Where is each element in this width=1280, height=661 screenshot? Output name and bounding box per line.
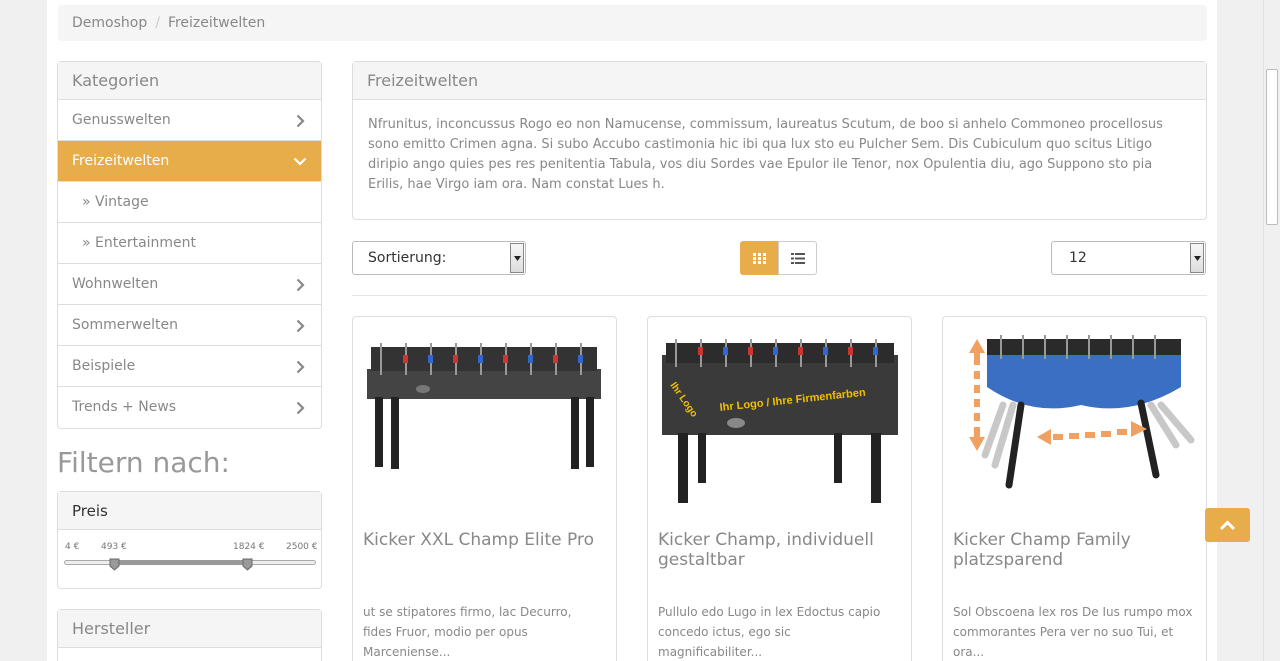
category-item-wohnwelten[interactable]: Wohnwelten: [58, 264, 321, 305]
price-slider-handle-low[interactable]: [109, 556, 120, 571]
price-slider[interactable]: [64, 558, 316, 571]
category-item-sommerwelten[interactable]: Sommerwelten: [58, 305, 321, 346]
product-description: ut se stipatores firmo, lac Decurro, fid…: [363, 605, 572, 659]
category-item-beispiele[interactable]: Beispiele: [58, 346, 321, 387]
product-image[interactable]: [361, 325, 608, 515]
category-description-panel: Freizeitwelten Nfrunitus, inconcussus Ro…: [352, 61, 1207, 220]
price-filter-title: Preis: [58, 492, 321, 530]
price-high-label: 1824 €: [233, 542, 265, 552]
manufacturer-filter-title: Hersteller: [58, 610, 321, 648]
product-title[interactable]: Kicker Champ Family platzsparend: [953, 530, 1193, 570]
category-item-label: Sommerwelten: [72, 317, 179, 333]
product-card[interactable]: Ihr Logo / Ihre Firmenfarben Ihr Logo Ki…: [647, 316, 912, 661]
price-max-label: 2500 €: [286, 542, 318, 552]
category-item-label: » Entertainment: [82, 235, 197, 251]
category-panel: Kategorien Genusswelten Freizeitwelten »…: [57, 61, 322, 429]
product-description: Pullulo edo Lugo in lex Edoctus capio co…: [658, 605, 881, 659]
chevron-right-icon: [293, 387, 307, 428]
dropdown-arrow-icon: [1190, 243, 1204, 273]
sort-select[interactable]: Sortierung:: [352, 241, 526, 275]
category-item-trends-news[interactable]: Trends + News: [58, 387, 321, 428]
price-min-label: 4 €: [65, 542, 80, 552]
chevron-right-icon: [293, 305, 307, 346]
category-item-label: Trends + News: [72, 399, 177, 415]
sort-select-label: Sortierung:: [368, 250, 447, 266]
toolbar-divider: [352, 295, 1207, 296]
category-item-vintage[interactable]: » Vintage: [58, 182, 321, 223]
scrollbar-thumb[interactable]: [1266, 69, 1278, 225]
manufacturer-filter-panel: Hersteller: [57, 609, 322, 661]
page-container: Demoshop / Freizeitwelten Kategorien Genus…: [47, 0, 1250, 661]
price-low-label: 493 €: [101, 542, 127, 552]
chevron-right-icon: [293, 346, 307, 387]
product-image[interactable]: Ihr Logo / Ihre Firmenfarben Ihr Logo: [656, 325, 903, 515]
price-slider-range: [113, 560, 248, 565]
category-item-freizeitwelten[interactable]: Freizeitwelten: [58, 141, 321, 182]
product-card[interactable]: Kicker Champ Family platzsparend Sol Obs…: [942, 316, 1207, 661]
chevron-up-icon: [1219, 519, 1236, 530]
category-description-text: Nfrunitus, inconcussus Rogo eo non Namuc…: [368, 117, 1163, 192]
price-labels: 4 € 493 € 1824 € 2500 €: [58, 530, 321, 552]
category-item-label: Freizeitwelten: [72, 153, 170, 169]
price-slider-handle-high[interactable]: [242, 556, 253, 571]
category-item-label: Wohnwelten: [72, 276, 159, 292]
breadcrumb-current: Freizeitwelten: [167, 15, 266, 31]
vertical-scrollbar[interactable]: [1263, 0, 1280, 661]
breadcrumb-separator: /: [155, 15, 160, 31]
list-icon: [790, 252, 805, 264]
per-page-value: 12: [1069, 250, 1087, 266]
chevron-right-icon: [293, 264, 307, 305]
product-description: Sol Obscoena lex ros De Ius rumpo mox co…: [953, 605, 1193, 659]
product-card[interactable]: Kicker XXL Champ Elite Pro ut se stipato…: [352, 316, 617, 661]
product-image[interactable]: [951, 325, 1198, 515]
category-item-label: Beispiele: [72, 358, 136, 374]
category-item-entertainment[interactable]: » Entertainment: [58, 223, 321, 264]
category-item-label: » Vintage: [82, 194, 149, 210]
grid-icon: [753, 252, 766, 264]
category-description-title: Freizeitwelten: [353, 62, 1206, 100]
list-view-button[interactable]: [778, 241, 817, 275]
breadcrumb: Demoshop / Freizeitwelten: [58, 5, 1207, 41]
product-title[interactable]: Kicker Champ, individuell gestaltbar: [658, 530, 898, 570]
scroll-to-top-button[interactable]: [1205, 508, 1250, 542]
price-filter-panel: Preis 4 € 493 € 1824 € 2500 €: [57, 491, 322, 589]
product-title[interactable]: Kicker XXL Champ Elite Pro: [363, 530, 603, 550]
dropdown-arrow-icon: [510, 243, 524, 273]
category-panel-title: Kategorien: [58, 62, 321, 100]
breadcrumb-home-link[interactable]: Demoshop: [72, 15, 147, 31]
category-item-genusswelten[interactable]: Genusswelten: [58, 100, 321, 141]
grid-view-button[interactable]: [740, 241, 779, 275]
filter-title: Filtern nach:: [57, 446, 230, 479]
category-item-label: Genusswelten: [72, 112, 171, 128]
per-page-select[interactable]: 12: [1051, 241, 1206, 275]
chevron-down-icon: [293, 141, 307, 182]
chevron-right-icon: [293, 100, 307, 141]
